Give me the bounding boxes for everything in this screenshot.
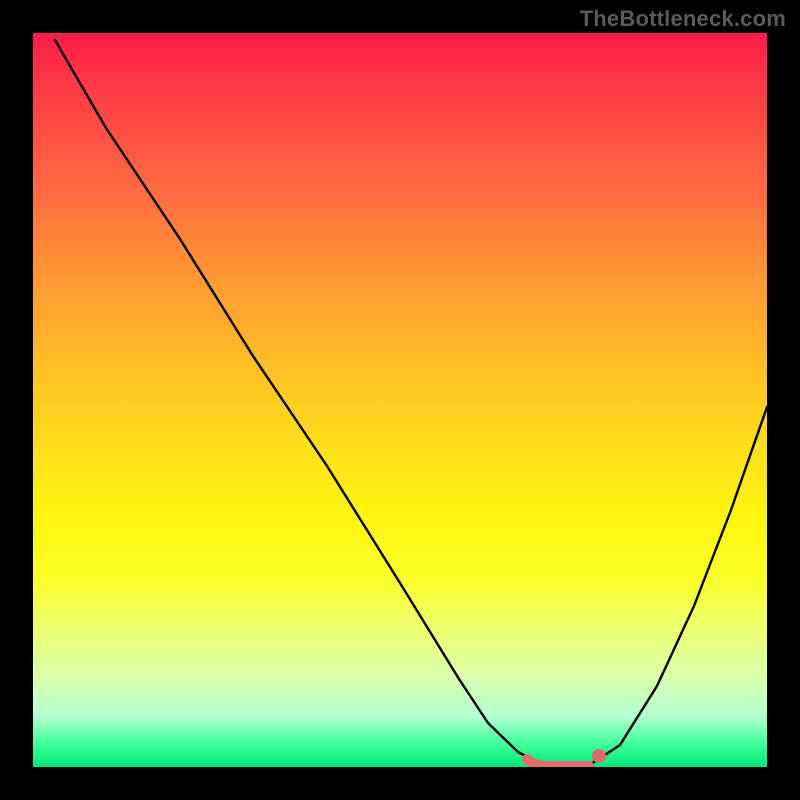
chart-container: TheBottleneck.com — [0, 0, 800, 800]
plot-area — [33, 33, 767, 767]
bottleneck-curve — [55, 40, 767, 767]
flat-zone-segment — [527, 759, 589, 766]
curve-marker — [592, 749, 606, 763]
attribution-text: TheBottleneck.com — [580, 6, 786, 32]
bottleneck-curve-svg — [33, 33, 767, 767]
